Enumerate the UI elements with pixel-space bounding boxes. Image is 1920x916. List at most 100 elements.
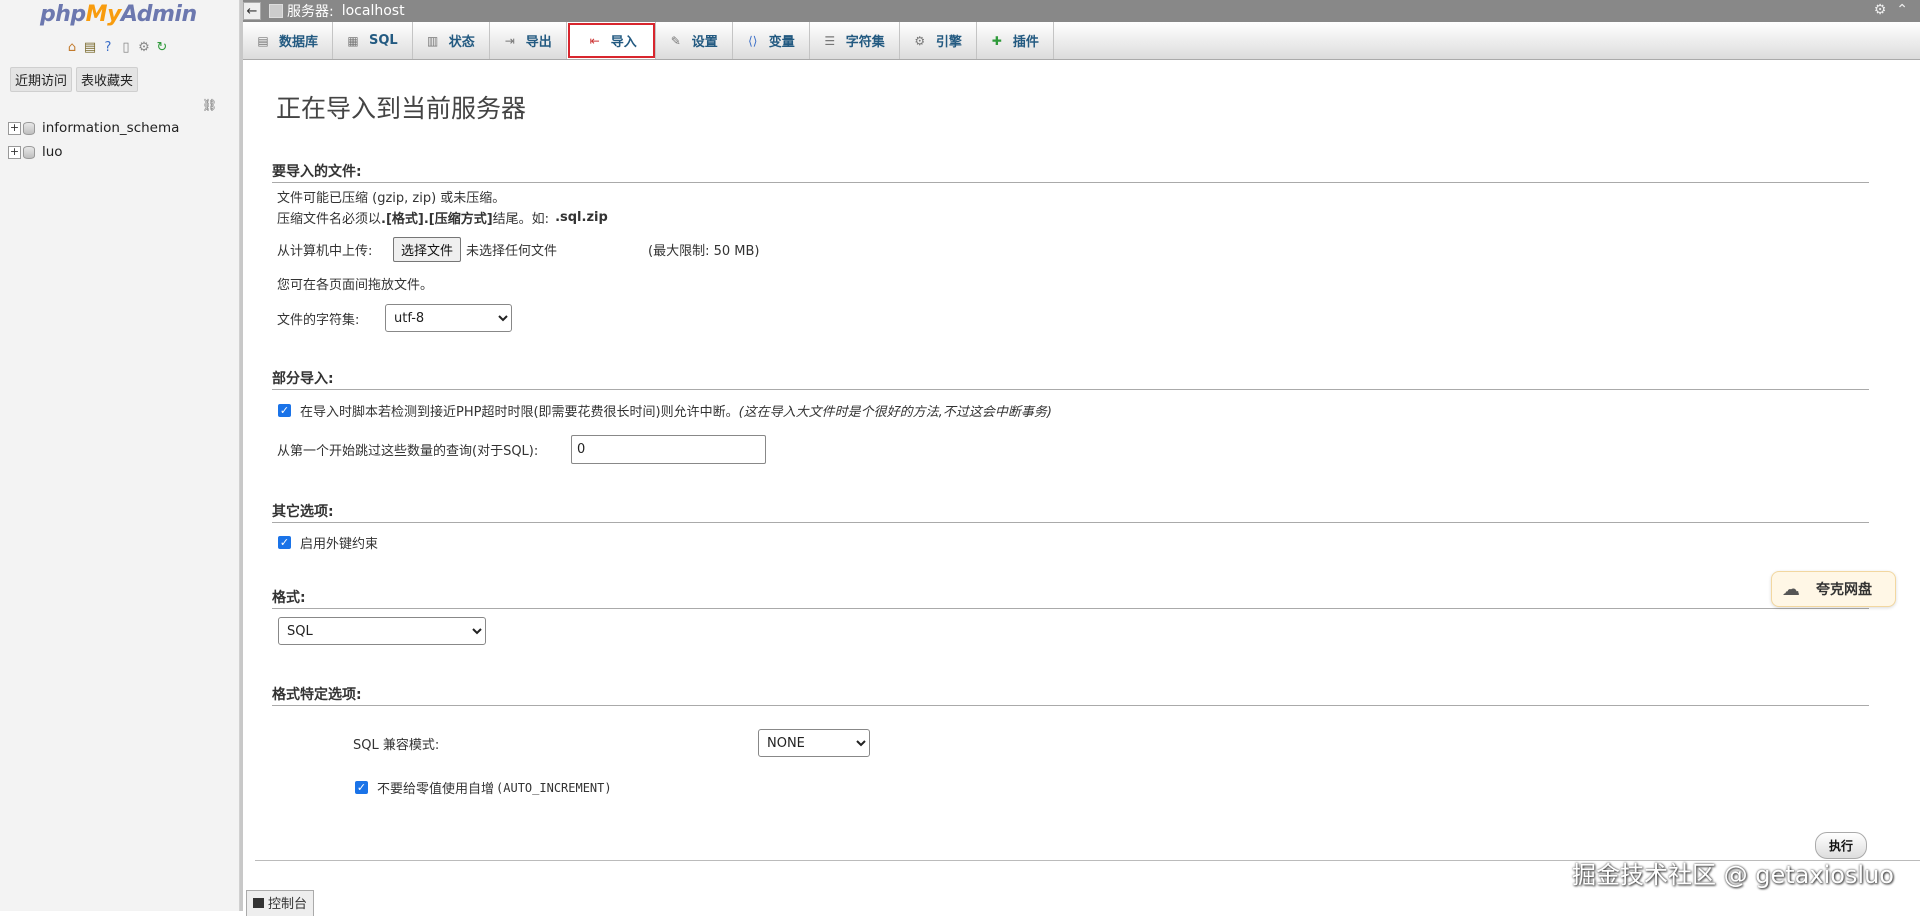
console-icon bbox=[253, 897, 264, 908]
favorites-button[interactable]: 表收藏夹 bbox=[76, 67, 139, 92]
console-tab[interactable]: 控制台 bbox=[246, 890, 315, 916]
link-icon[interactable]: ⛓ bbox=[202, 98, 217, 112]
charset-label: 文件的字符集: bbox=[277, 312, 360, 328]
upload-row: 从计算机中上传: 选择文件 未选择任何文件 (最大限制: 50 MB) bbox=[277, 237, 759, 262]
tab-label: 数据库 bbox=[279, 35, 319, 50]
bar-right-icons: ⚙ ⌃ bbox=[1874, 2, 1908, 18]
console-label: 控制台 bbox=[268, 897, 308, 912]
settings-icon[interactable]: ⚙ bbox=[136, 40, 152, 56]
server-tabs: ▤ 数据库 ▦ SQL ▥ 状态 ⇥ 导出 ⇤ 导入 ✎ 设置 ⟨⟩ 变量 ☰ … bbox=[243, 22, 1920, 60]
database-icon: ▤ bbox=[257, 33, 269, 48]
ext-note-prefix: 压缩文件名必须以 bbox=[277, 212, 382, 227]
charset-icon: ☰ bbox=[824, 33, 836, 48]
server-breadcrumb-bar: ← 服务器: localhost ⚙ ⌃ bbox=[243, 0, 1920, 22]
collapse-nav-arrow-icon[interactable]: ← bbox=[243, 2, 261, 20]
page-title: 正在导入到当前服务器 bbox=[276, 94, 527, 123]
engine-icon: ⚙ bbox=[914, 33, 926, 48]
plugin-icon: ✚ bbox=[991, 33, 1002, 48]
other-section-header: 其它选项: bbox=[272, 501, 1869, 523]
wrench-icon: ✎ bbox=[670, 33, 681, 48]
tab-import[interactable]: ⇤ 导入 bbox=[566, 22, 656, 59]
allow-interrupt-hint: (这在导入大文件时是个很好的方法,不过这会中断事务) bbox=[738, 405, 1052, 420]
tab-charsets[interactable]: ☰ 字符集 bbox=[810, 22, 900, 59]
tab-status[interactable]: ▥ 状态 bbox=[413, 22, 490, 59]
export-icon: ⇥ bbox=[504, 33, 515, 48]
tab-label: 引擎 bbox=[935, 35, 962, 50]
tab-label: 导出 bbox=[525, 35, 552, 50]
tab-engines[interactable]: ⚙ 引擎 bbox=[900, 22, 977, 59]
ext-note-mid: 结尾。如: bbox=[492, 212, 550, 227]
drag-note: 您可在各页面间拖放文件。 bbox=[277, 278, 434, 293]
allow-interrupt-text: 在导入时脚本若检测到接近PHP超时时限(即需要花费很长时间)则允许中断。 bbox=[300, 405, 739, 420]
quark-cloud-widget[interactable]: ☁ 夸克网盘 bbox=[1771, 571, 1896, 607]
expand-icon[interactable]: + bbox=[8, 121, 21, 135]
recent-button[interactable]: 近期访问 bbox=[10, 67, 73, 92]
server-icon bbox=[269, 4, 283, 18]
tab-label: 变量 bbox=[768, 35, 795, 50]
upload-label: 从计算机中上传: bbox=[277, 244, 373, 259]
logo-my-text: My bbox=[85, 2, 122, 27]
allow-interrupt-checkbox[interactable]: ✓ bbox=[278, 404, 291, 417]
database-tree: + information_schema + luo bbox=[8, 116, 179, 164]
compat-label: SQL 兼容模式: bbox=[353, 737, 440, 753]
ext-note-example: .sql.zip bbox=[555, 210, 608, 225]
compress-note: 文件可能已压缩 (gzip, zip) 或未压缩。 bbox=[277, 191, 506, 206]
tab-export[interactable]: ⇥ 导出 bbox=[490, 22, 567, 59]
charset-row: 文件的字符集: utf-8 bbox=[277, 304, 512, 332]
format-row: SQL bbox=[278, 617, 486, 645]
tab-sql[interactable]: ▦ SQL bbox=[333, 22, 413, 59]
help-icon[interactable]: ? bbox=[100, 40, 116, 56]
fk-row: ✓ 启用外键约束 bbox=[278, 533, 378, 552]
database-icon[interactable]: ▤ bbox=[82, 40, 98, 56]
import-icon: ⇤ bbox=[589, 33, 600, 48]
extension-note: 压缩文件名必须以 .[格式].[压缩方式] 结尾。如: .sql.zip bbox=[277, 208, 608, 227]
no-auto-value-checkbox[interactable]: ✓ bbox=[355, 781, 368, 794]
server-name-link[interactable]: localhost bbox=[342, 3, 405, 19]
partial-section-header: 部分导入: bbox=[272, 368, 1869, 390]
expand-icon[interactable]: + bbox=[8, 145, 21, 159]
tab-label: SQL bbox=[369, 33, 398, 48]
server-label: 服务器: bbox=[287, 4, 334, 20]
quark-label: 夸克网盘 bbox=[1816, 582, 1872, 598]
foreign-key-checkbox[interactable]: ✓ bbox=[278, 536, 291, 549]
watermark: 掘金技术社区 @ getaxiosluo bbox=[1572, 861, 1894, 889]
tab-label: 字符集 bbox=[845, 35, 885, 50]
format-select[interactable]: SQL bbox=[278, 617, 486, 645]
tab-plugins[interactable]: ✚ 插件 bbox=[977, 22, 1054, 59]
phpmyadmin-logo[interactable]: phpMyAdmin bbox=[40, 2, 197, 27]
tab-settings[interactable]: ✎ 设置 bbox=[656, 22, 733, 59]
foreign-key-label: 启用外键约束 bbox=[300, 537, 379, 552]
no-auto-value-row: ✓ 不要给零值使用自增 (AUTO_INCREMENT) bbox=[355, 778, 612, 797]
docs-icon[interactable]: ▯ bbox=[118, 40, 134, 56]
max-size-note: (最大限制: 50 MB) bbox=[648, 244, 760, 259]
database-name[interactable]: luo bbox=[42, 144, 63, 160]
no-auto-value-mono: (AUTO_INCREMENT) bbox=[496, 780, 612, 795]
tree-item-information-schema[interactable]: + information_schema bbox=[8, 116, 179, 140]
status-icon: ▥ bbox=[427, 33, 439, 48]
database-icon bbox=[23, 145, 35, 159]
charset-select[interactable]: utf-8 bbox=[385, 304, 512, 332]
main-content: 正在导入到当前服务器 要导入的文件: 文件可能已压缩 (gzip, zip) 或… bbox=[243, 61, 1920, 911]
nav-quick-icons: ⌂ ▤ ? ▯ ⚙ ↻ bbox=[64, 40, 170, 56]
format-section-header: 格式: bbox=[272, 587, 1869, 609]
tab-variables[interactable]: ⟨⟩ 变量 bbox=[733, 22, 810, 59]
navigation-panel: phpMyAdmin ⌂ ▤ ? ▯ ⚙ ↻ 近期访问 表收藏夹 ⛓ + inf… bbox=[0, 0, 240, 911]
tab-label: 导入 bbox=[610, 35, 637, 50]
database-icon bbox=[23, 121, 35, 135]
database-name[interactable]: information_schema bbox=[42, 120, 179, 136]
tab-databases[interactable]: ▤ 数据库 bbox=[243, 22, 334, 59]
collapse-icon[interactable]: ⌃ bbox=[1896, 2, 1908, 18]
choose-file-button[interactable]: 选择文件 bbox=[393, 237, 462, 262]
sql-icon: ▦ bbox=[347, 33, 359, 48]
file-section-header: 要导入的文件: bbox=[272, 161, 1869, 183]
home-icon[interactable]: ⌂ bbox=[64, 40, 80, 56]
settings-icon[interactable]: ⚙ bbox=[1874, 2, 1887, 18]
tab-label: 插件 bbox=[1012, 35, 1039, 50]
logo-php-text: php bbox=[40, 2, 86, 27]
skip-queries-input[interactable] bbox=[571, 435, 766, 464]
reload-icon[interactable]: ↻ bbox=[154, 40, 170, 56]
skip-queries-label: 从第一个开始跳过这些数量的查询(对于SQL): bbox=[277, 444, 539, 459]
tree-item-luo[interactable]: + luo bbox=[8, 140, 179, 164]
compat-select[interactable]: NONE bbox=[758, 729, 870, 757]
format-options-section-header: 格式特定选项: bbox=[272, 684, 1869, 706]
